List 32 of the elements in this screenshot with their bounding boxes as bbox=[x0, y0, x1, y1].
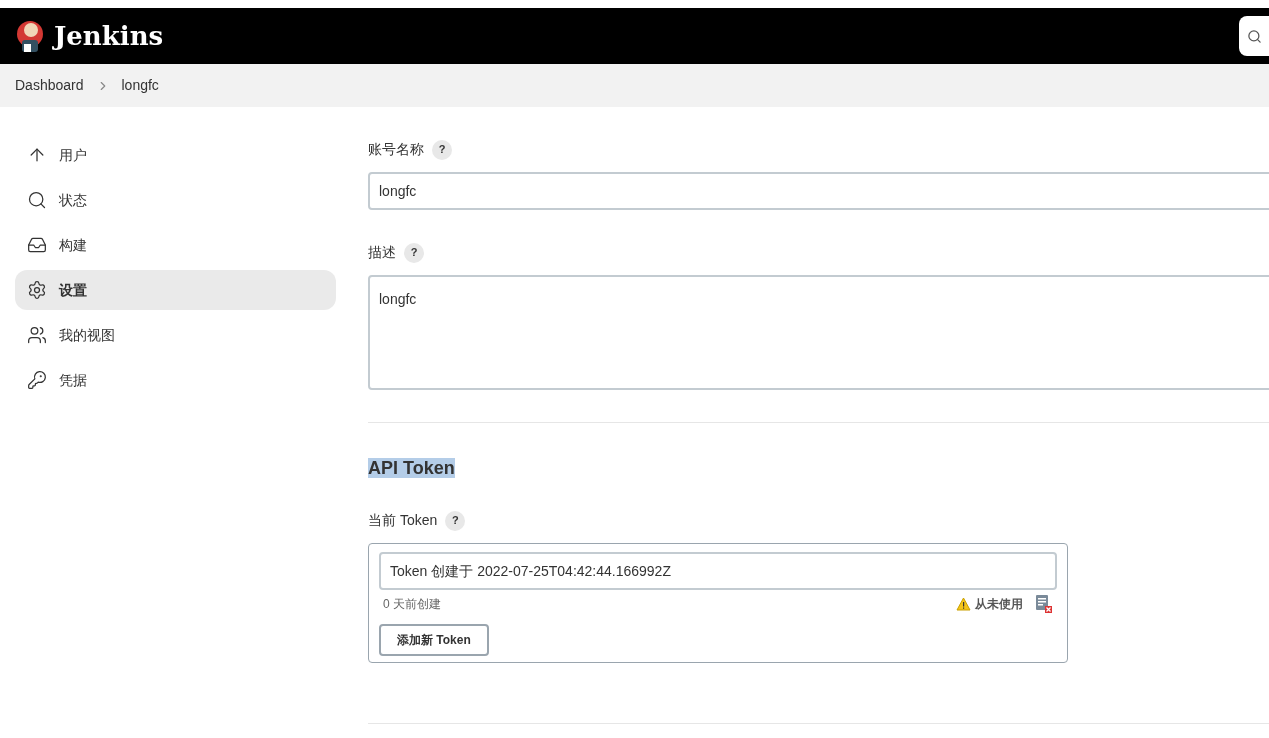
help-button[interactable]: ? bbox=[445, 510, 466, 531]
butler-logo-icon bbox=[16, 18, 46, 54]
sidebar-item[interactable]: 凭据 bbox=[15, 360, 336, 400]
warning-icon bbox=[956, 597, 971, 611]
token-usage: 从未使用 bbox=[975, 596, 1023, 613]
settings-icon bbox=[27, 280, 47, 300]
add-token-button[interactable]: 添加新 Token bbox=[379, 624, 489, 656]
token-field[interactable]: Token 创建于 2022-07-25T04:42:44.166992Z bbox=[379, 552, 1057, 590]
token-age: 0 天前创建 bbox=[383, 596, 441, 613]
sidebar-item[interactable]: 用户 bbox=[15, 135, 336, 175]
sidebar-item[interactable]: 构建 bbox=[15, 225, 336, 265]
text-area[interactable]: longfc bbox=[368, 275, 1269, 390]
sidebar-item[interactable]: 设置 bbox=[15, 270, 336, 310]
inbox-icon bbox=[27, 235, 47, 255]
sidebar-item[interactable]: 状态 bbox=[15, 180, 336, 220]
input-field[interactable]: longfc bbox=[368, 172, 1269, 210]
field-label: 账号名称 bbox=[368, 140, 424, 159]
help-button[interactable]: ? bbox=[404, 242, 424, 263]
search-icon bbox=[27, 190, 47, 210]
field-label: 当前 Token bbox=[368, 511, 438, 530]
section-title: API Token bbox=[368, 458, 455, 478]
search-field[interactable] bbox=[1239, 16, 1269, 56]
brand-title[interactable]: Jenkins bbox=[54, 16, 164, 56]
search-icon bbox=[1247, 28, 1262, 44]
revoke-icon[interactable] bbox=[1035, 594, 1053, 614]
breadcrumb-link[interactable]: Dashboard bbox=[15, 75, 84, 96]
key-icon bbox=[27, 370, 47, 390]
users-icon bbox=[27, 325, 47, 345]
help-button[interactable]: ? bbox=[432, 139, 452, 160]
field-label: 描述 bbox=[368, 243, 396, 262]
sidebar-item[interactable]: 我的视图 bbox=[15, 315, 336, 355]
breadcrumb-link[interactable]: longfc bbox=[121, 75, 159, 96]
